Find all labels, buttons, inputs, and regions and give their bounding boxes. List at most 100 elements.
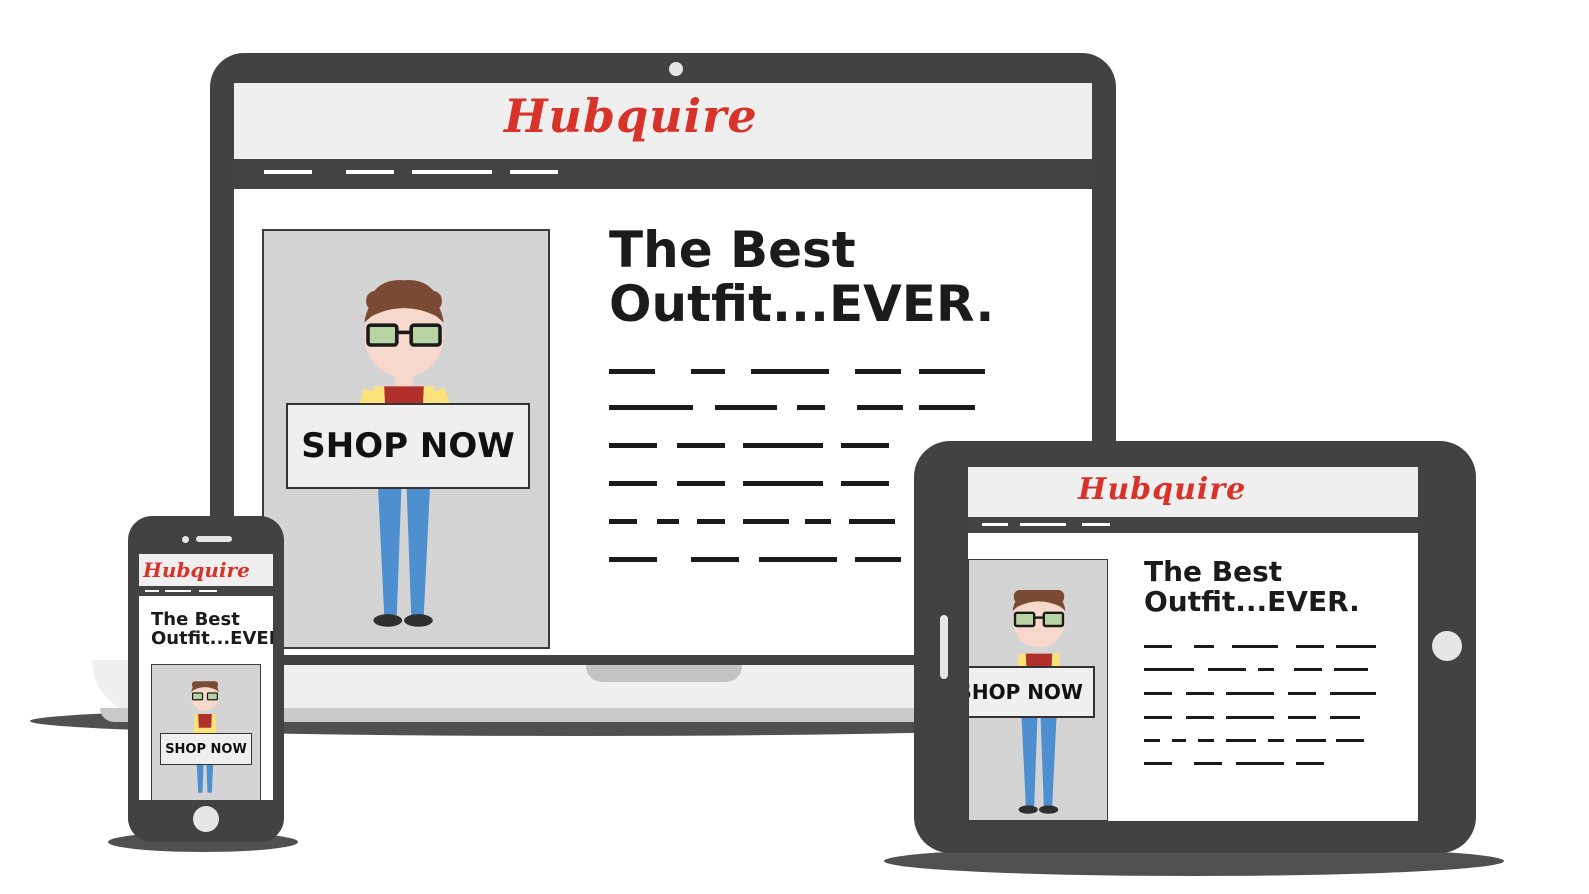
placeholder-dash [609,405,693,410]
site-logo[interactable]: Hubquire [1078,472,1246,507]
placeholder-dash [609,519,637,524]
placeholder-dash [1144,692,1172,695]
site-logo[interactable]: Hubquire [143,558,250,582]
tablet-frame: Hubquire SHOP NOW The Best Outfit...EVER… [914,441,1476,853]
placeholder-dash [1172,739,1186,742]
nav-bar [139,586,273,596]
hero-headline: The Best Outfit...EVER. [609,223,994,331]
nav-item[interactable] [264,170,312,174]
shop-now-label: SHOP NOW [968,680,1083,704]
placeholder-dash [1144,762,1172,765]
placeholder-dash [1330,716,1360,719]
placeholder-dash [805,519,831,524]
placeholder-dash [1226,739,1256,742]
shop-now-button[interactable]: SHOP NOW [968,666,1095,718]
shop-now-button[interactable]: SHOP NOW [160,733,252,765]
hero-image: SHOP NOW [968,559,1108,821]
placeholder-dash [691,369,725,374]
site-header: Hubquire [234,83,1092,159]
nav-item[interactable] [510,170,558,174]
placeholder-dash [691,557,739,562]
placeholder-dash [609,369,655,374]
placeholder-dash [1186,716,1214,719]
placeholder-dash [1336,645,1376,648]
placeholder-dash [1144,645,1172,648]
headline-line-2: Outfit...EVER [151,628,273,650]
nav-item[interactable] [982,523,1008,526]
placeholder-dash [1208,668,1246,671]
headline-line-1: The Best [151,609,240,630]
placeholder-dash [1296,739,1326,742]
nav-bar [968,517,1418,533]
placeholder-dash [919,405,975,410]
placeholder-dash [1334,668,1368,671]
placeholder-dash [1186,692,1214,695]
nav-item[interactable] [145,590,159,592]
placeholder-dash [857,405,903,410]
placeholder-dash [743,519,789,524]
placeholder-dash [1198,739,1214,742]
placeholder-dash [841,481,889,486]
camera-icon [182,536,189,543]
placeholder-dash [1226,716,1274,719]
nav-item[interactable] [1020,523,1066,526]
placeholder-dash [1226,692,1274,695]
placeholder-dash [855,369,901,374]
placeholder-dash [849,519,895,524]
placeholder-dash [855,557,901,562]
hero-image: SHOP NOW [151,664,261,800]
placeholder-dash [1144,668,1194,671]
home-button-icon[interactable] [193,806,219,832]
placeholder-dash [1268,739,1284,742]
shop-now-button[interactable]: SHOP NOW [286,403,530,489]
nav-bar [234,159,1092,189]
nav-item[interactable] [165,590,191,592]
placeholder-dash [1144,739,1160,742]
site-header: Hubquire [139,554,273,586]
placeholder-dash [609,557,657,562]
headline-line-2: Outfit...EVER. [609,275,995,333]
site-logo[interactable]: Hubquire [504,89,758,143]
placeholder-dash [797,405,825,410]
placeholder-dash [751,369,829,374]
hero-headline: The Best Outfit...EVER. [1144,556,1360,619]
placeholder-dash [609,481,657,486]
placeholder-dash [759,557,837,562]
placeholder-dash [1232,645,1278,648]
nav-item[interactable] [199,590,217,592]
placeholder-dash [1296,762,1324,765]
phone-frame: Hubquire The Best Outfit...EVER SHOP NOW [128,516,284,842]
tablet-side-button [940,615,948,679]
nav-item[interactable] [412,170,492,174]
placeholder-dash [841,443,889,448]
phone-screen: Hubquire The Best Outfit...EVER SHOP NOW [139,554,273,800]
placeholder-dash [743,481,823,486]
headline-line-1: The Best [609,221,856,279]
placeholder-dash [743,443,823,448]
placeholder-dash [919,369,985,374]
placeholder-dash [677,443,725,448]
placeholder-dash [1288,716,1316,719]
placeholder-dash [1194,762,1222,765]
placeholder-dash [1330,692,1376,695]
placeholder-dash [1258,668,1274,671]
nav-item[interactable] [346,170,394,174]
placeholder-dash [609,443,657,448]
site-header: Hubquire [968,467,1418,517]
placeholder-dash [1294,668,1322,671]
phone-speaker [196,536,232,542]
camera-icon [669,62,683,76]
placeholder-dash [697,519,725,524]
placeholder-dash [1144,716,1172,719]
tablet-screen: Hubquire SHOP NOW The Best Outfit...EVER… [968,467,1418,821]
headline-line-2: Outfit...EVER. [1144,585,1360,619]
hero-headline: The Best Outfit...EVER [151,610,273,649]
placeholder-dash [715,405,777,410]
home-button-icon[interactable] [1432,631,1462,661]
text-placeholder-lines [1144,645,1384,775]
nav-item[interactable] [1082,523,1110,526]
placeholder-dash [677,481,725,486]
hero-image: SHOP NOW [262,229,550,649]
placeholder-dash [1288,692,1316,695]
placeholder-dash [657,519,679,524]
